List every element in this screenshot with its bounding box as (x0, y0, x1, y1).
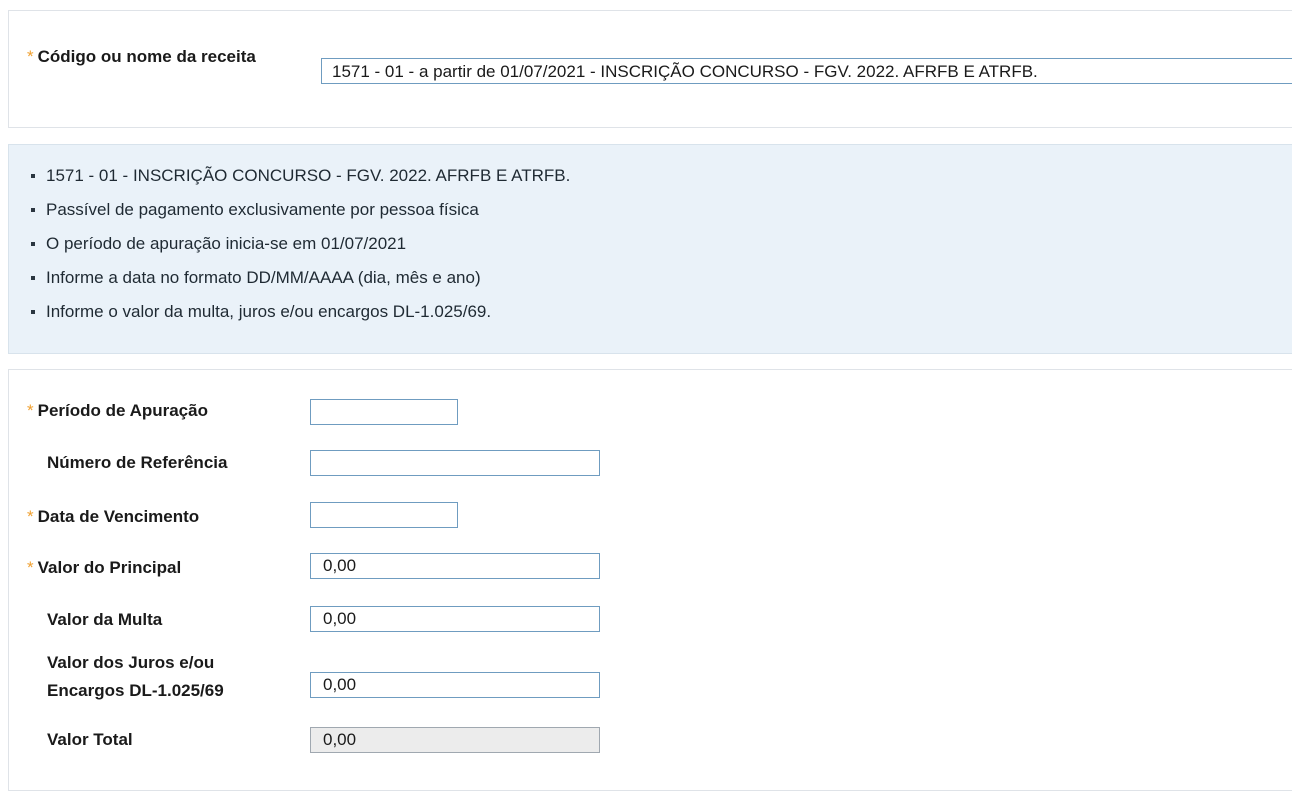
vencimento-label: * Data de Vencimento (27, 503, 199, 531)
vencimento-input[interactable] (310, 502, 458, 528)
info-item: Passível de pagamento exclusivamente por… (31, 193, 570, 227)
multa-label: Valor da Multa (47, 610, 163, 629)
info-item: O período de apuração inicia-se em 01/07… (31, 227, 570, 261)
square-bullet-icon (31, 208, 35, 212)
juros-label-line1: Valor dos Juros e/ou (47, 653, 215, 672)
periodo-label-text: Período de Apuração (37, 401, 208, 420)
total-label: Valor Total (47, 730, 133, 749)
juros-input[interactable]: 0,00 (310, 672, 600, 698)
info-panel: 1571 - 01 - INSCRIÇÃO CONCURSO - FGV. 20… (8, 144, 1292, 354)
info-item-text: Passível de pagamento exclusivamente por… (46, 200, 479, 219)
square-bullet-icon (31, 174, 35, 178)
square-bullet-icon (31, 310, 35, 314)
required-asterisk-icon: * (27, 507, 34, 526)
required-asterisk-icon: * (27, 558, 34, 577)
square-bullet-icon (31, 276, 35, 280)
form-panel: * Período de Apuração Número de Referênci… (8, 369, 1292, 791)
info-item-text: O período de apuração inicia-se em 01/07… (46, 234, 407, 253)
receita-label-text: Código ou nome da receita (37, 47, 256, 66)
info-item: Informe o valor da multa, juros e/ou enc… (31, 295, 570, 329)
info-item-text: Informe a data no formato DD/MM/AAAA (di… (46, 268, 481, 287)
periodo-label: * Período de Apuração (27, 397, 208, 425)
periodo-input[interactable] (310, 399, 458, 425)
required-asterisk-icon: * (27, 47, 34, 66)
juros-label-line2: Encargos DL-1.025/69 (47, 681, 224, 700)
receita-label: * Código ou nome da receita (27, 43, 257, 71)
total-input: 0,00 (310, 727, 600, 753)
referencia-label: Número de Referência (47, 453, 228, 472)
info-list: 1571 - 01 - INSCRIÇÃO CONCURSO - FGV. 20… (31, 159, 570, 329)
principal-label: * Valor do Principal (27, 554, 181, 582)
required-asterisk-icon: * (27, 401, 34, 420)
juros-label: Valor dos Juros e/ou Encargos DL-1.025/6… (47, 649, 224, 705)
info-item: 1571 - 01 - INSCRIÇÃO CONCURSO - FGV. 20… (31, 159, 570, 193)
receita-panel: * Código ou nome da receita 1571 - 01 - a… (8, 10, 1292, 128)
info-item-text: Informe o valor da multa, juros e/ou enc… (46, 302, 492, 321)
info-item: Informe a data no formato DD/MM/AAAA (di… (31, 261, 570, 295)
referencia-input[interactable] (310, 450, 600, 476)
info-item-text: 1571 - 01 - INSCRIÇÃO CONCURSO - FGV. 20… (46, 166, 571, 185)
square-bullet-icon (31, 242, 35, 246)
vencimento-label-text: Data de Vencimento (37, 507, 200, 526)
receita-input[interactable]: 1571 - 01 - a partir de 01/07/2021 - INS… (321, 58, 1292, 84)
principal-label-text: Valor do Principal (37, 558, 182, 577)
multa-input[interactable]: 0,00 (310, 606, 600, 632)
principal-input[interactable]: 0,00 (310, 553, 600, 579)
